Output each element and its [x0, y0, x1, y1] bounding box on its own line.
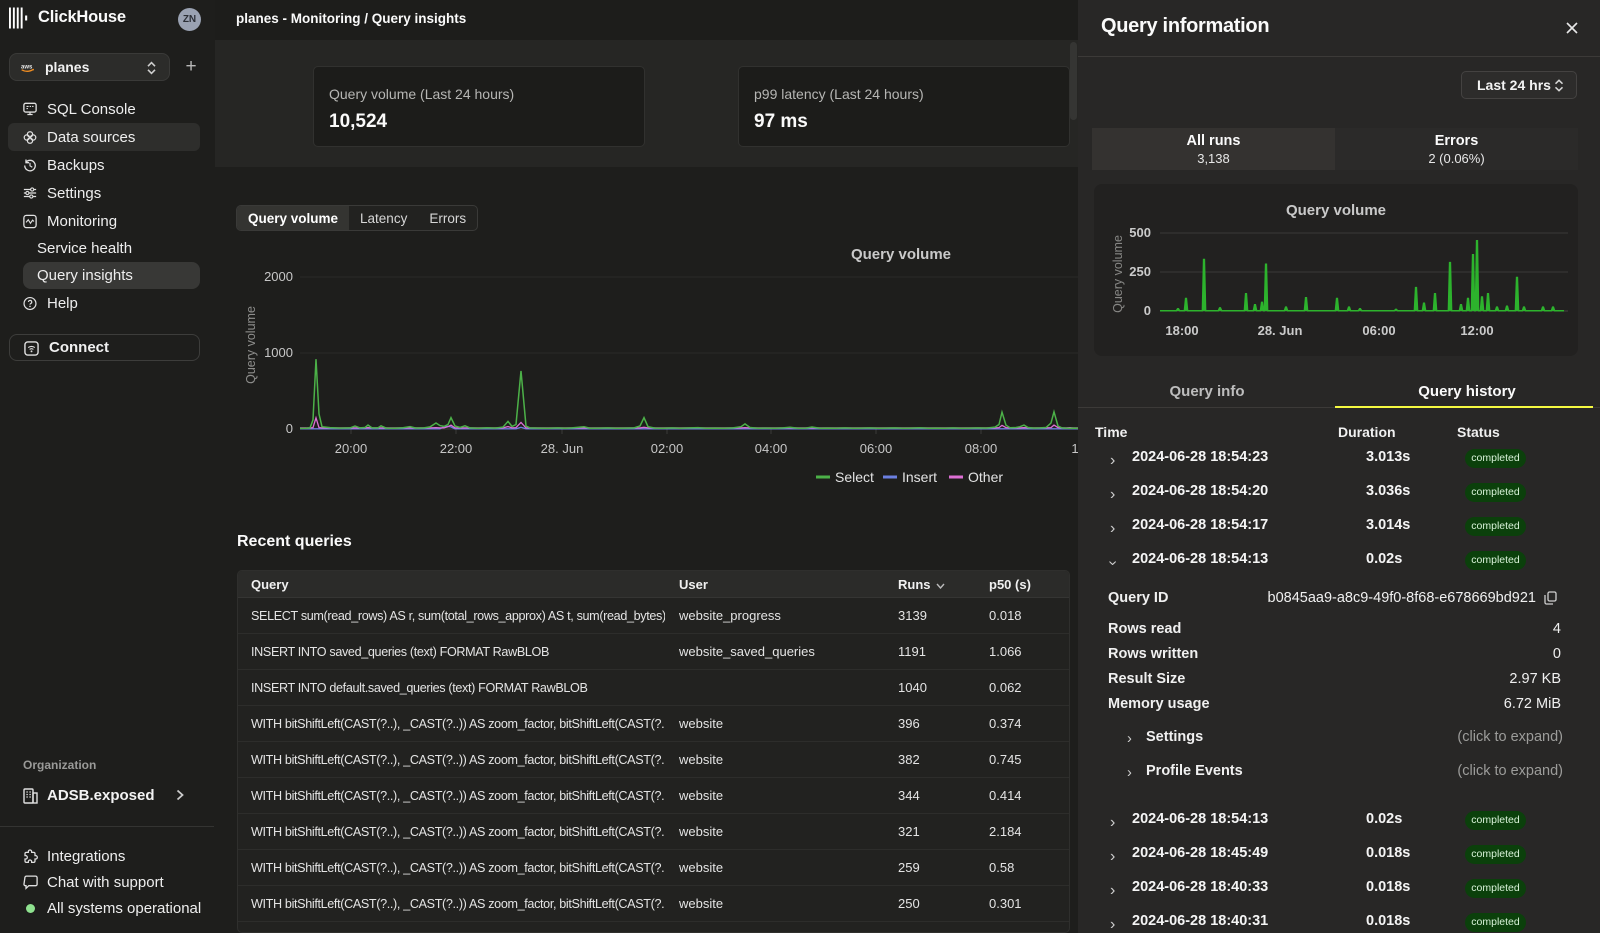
- svg-text:1000: 1000: [264, 345, 293, 360]
- svg-text:0: 0: [286, 421, 293, 436]
- svg-text:500: 500: [1129, 225, 1151, 240]
- svg-text:Query volume: Query volume: [244, 306, 258, 384]
- svg-text:20:00: 20:00: [335, 441, 368, 456]
- svg-text:Select: Select: [835, 469, 874, 485]
- svg-text:18:00: 18:00: [1165, 323, 1198, 338]
- svg-text:28. Jun: 28. Jun: [541, 441, 584, 456]
- svg-text:12:00: 12:00: [1460, 323, 1493, 338]
- svg-text:Query volume: Query volume: [851, 246, 951, 263]
- svg-text:04:00: 04:00: [755, 441, 788, 456]
- svg-text:1: 1: [1071, 441, 1078, 456]
- svg-text:08:00: 08:00: [965, 441, 998, 456]
- svg-text:Other: Other: [968, 469, 1003, 485]
- svg-text:0: 0: [1144, 303, 1151, 318]
- svg-text:06:00: 06:00: [860, 441, 893, 456]
- svg-text:2000: 2000: [264, 269, 293, 284]
- svg-text:06:00: 06:00: [1362, 323, 1395, 338]
- svg-text:02:00: 02:00: [651, 441, 684, 456]
- svg-text:28. Jun: 28. Jun: [1258, 323, 1303, 338]
- svg-text:Query volume: Query volume: [1111, 235, 1125, 313]
- svg-text:Insert: Insert: [902, 469, 937, 485]
- svg-text:22:00: 22:00: [440, 441, 473, 456]
- svg-text:250: 250: [1129, 264, 1151, 279]
- svg-text:aws: aws: [21, 64, 33, 70]
